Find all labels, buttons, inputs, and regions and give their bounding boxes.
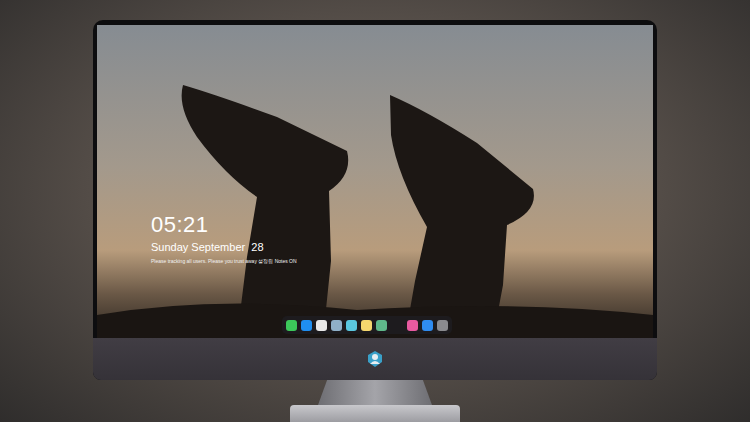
dock-app-icon[interactable] — [376, 320, 387, 331]
dock-app-color — [407, 320, 418, 331]
dock-app-color — [361, 320, 372, 331]
dock-app-icon[interactable] — [301, 320, 312, 331]
monitor: 05:21 Sunday September 28 Please tracking … — [93, 20, 657, 380]
dock-app-color — [422, 320, 433, 331]
monitor-stand-neck — [318, 380, 432, 405]
dock-app-icon[interactable] — [422, 320, 433, 331]
dock-app-color — [286, 320, 297, 331]
avatar-logo-icon — [367, 350, 383, 368]
monitor-chin — [93, 338, 657, 380]
dock-app-icon[interactable] — [407, 320, 418, 331]
dock-app-color — [346, 320, 357, 331]
lock-notice: Please tracking all users. Please you tr… — [151, 258, 653, 265]
dock-app-color — [376, 320, 387, 331]
monitor-stand-base — [290, 405, 460, 422]
clock-time: 05:21 — [151, 213, 653, 237]
dock-app-icon[interactable] — [346, 320, 357, 331]
dock-app-color — [301, 320, 312, 331]
dock-app-color — [437, 320, 448, 331]
dock-app-color — [331, 320, 342, 331]
lock-screen: 05:21 Sunday September 28 Please tracking … — [97, 25, 653, 338]
dock-separator — [391, 320, 403, 331]
lock-info: 05:21 Sunday September 28 Please tracking … — [97, 25, 653, 265]
dock-app-icon[interactable] — [437, 320, 448, 331]
dock-app-color — [316, 320, 327, 331]
desktop-mockup: 05:21 Sunday September 28 Please tracking … — [0, 0, 750, 422]
dock — [282, 316, 452, 334]
dock-app-icon[interactable] — [286, 320, 297, 331]
dock-app-icon[interactable] — [331, 320, 342, 331]
clock-date: Sunday September 28 — [151, 240, 653, 254]
dock-app-icon[interactable] — [361, 320, 372, 331]
wallpaper-photo — [97, 25, 653, 338]
dock-app-icon[interactable] — [316, 320, 327, 331]
